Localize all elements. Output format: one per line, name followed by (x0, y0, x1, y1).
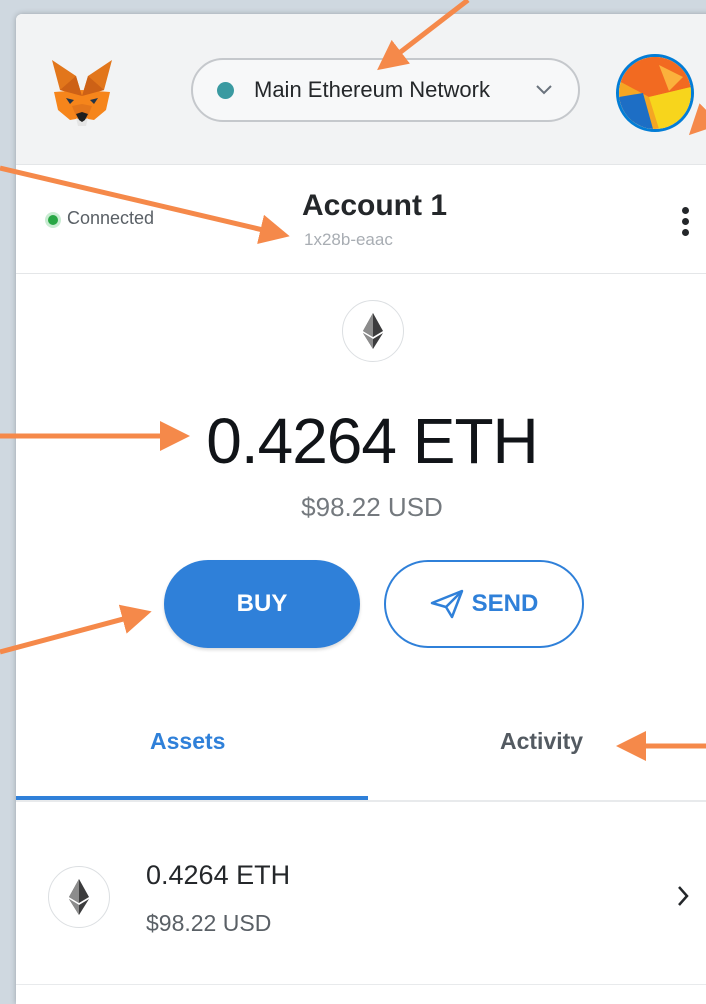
send-arrow-icon (430, 589, 463, 619)
balance-display: 0.4264 ETH (16, 404, 706, 478)
account-bar: Connected Account 1 1x28b-eaac (16, 165, 706, 274)
tab-bar: Assets Activity (16, 704, 706, 802)
chevron-right-icon[interactable] (676, 884, 690, 908)
account-avatar-icon[interactable] (616, 54, 694, 132)
tab-assets[interactable]: Assets (150, 728, 225, 755)
active-tab-indicator (16, 796, 368, 800)
connected-indicator-icon (48, 215, 58, 225)
balance-fiat: $98.22 USD (301, 492, 443, 522)
balance-amount: 0.4264 (206, 405, 397, 477)
kebab-menu-icon[interactable] (680, 207, 690, 241)
eth-icon (342, 300, 404, 362)
header: Main Ethereum Network (16, 14, 706, 165)
account-name[interactable]: Account 1 (302, 189, 447, 223)
send-button[interactable]: SEND (384, 560, 584, 648)
buy-button[interactable]: BUY (164, 560, 360, 648)
account-address[interactable]: 1x28b-eaac (304, 230, 393, 250)
network-selector[interactable]: Main Ethereum Network (191, 58, 580, 122)
send-button-label: SEND (471, 590, 539, 617)
fox-logo-icon[interactable] (46, 56, 118, 128)
avatar-jazzicon (619, 57, 691, 129)
wallet-popup: Main Ethereum Network Connected Account … (16, 14, 706, 1004)
network-label: Main Ethereum Network (254, 77, 490, 102)
tab-activity[interactable]: Activity (500, 728, 583, 755)
asset-fiat: $98.22 USD (146, 910, 272, 936)
balance-symbol: ETH (412, 405, 539, 477)
asset-amount: 0.4264 ETH (146, 860, 291, 890)
network-status-dot (217, 82, 234, 99)
asset-list-item[interactable]: 0.4264 ETH $98.22 USD (16, 814, 706, 985)
chevron-down-icon (536, 85, 552, 95)
eth-icon (48, 866, 110, 928)
connection-status[interactable]: Connected (67, 208, 154, 229)
